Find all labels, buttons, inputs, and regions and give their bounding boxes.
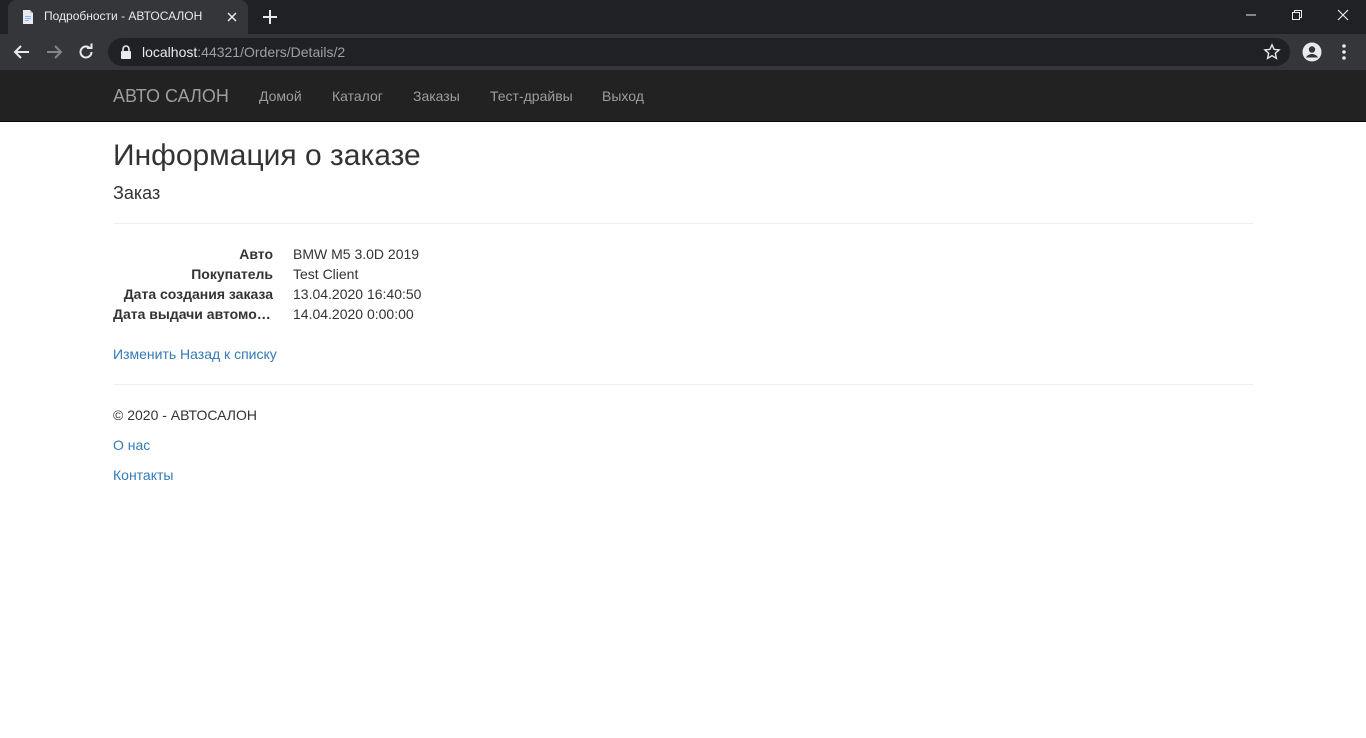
- restore-icon[interactable]: [1274, 0, 1320, 30]
- action-links: Изменить Назад к списку: [113, 346, 277, 362]
- window-close-icon[interactable]: [1320, 0, 1366, 30]
- site-navbar: АВТО САЛОН Домой Каталог Заказы Тест-дра…: [0, 70, 1366, 122]
- browser-tab[interactable]: Подробности - АВТОСАЛОН: [8, 0, 248, 34]
- detail-value: Test Client: [293, 266, 359, 282]
- back-to-list-link[interactable]: Назад к списку: [180, 346, 277, 362]
- detail-value: 13.04.2020 16:40:50: [293, 286, 422, 302]
- nav-item-test-drives[interactable]: Тест-драйвы: [490, 88, 573, 104]
- detail-value: BMW M5 3.0D 2019: [293, 246, 420, 262]
- detail-label: Дата создания заказа: [123, 286, 273, 302]
- back-arrow-icon[interactable]: [12, 42, 32, 62]
- address-bar[interactable]: localhost:44321/Orders/Details/2: [108, 38, 1290, 66]
- detail-row-customer: Покупатель Test Client: [113, 266, 713, 286]
- divider: [113, 223, 1253, 224]
- nav-item-orders[interactable]: Заказы: [413, 88, 460, 104]
- lock-icon[interactable]: [120, 45, 132, 64]
- divider: [113, 384, 1253, 385]
- more-vert-icon[interactable]: [1334, 42, 1354, 67]
- minimize-icon[interactable]: [1228, 0, 1274, 30]
- new-tab-plus-icon[interactable]: [260, 7, 280, 27]
- browser-toolbar: localhost:44321/Orders/Details/2: [0, 34, 1366, 70]
- detail-row-car: Авто BMW M5 3.0D 2019: [113, 246, 713, 266]
- footer-contacts-link[interactable]: Контакты: [113, 467, 173, 483]
- url-path: :44321/Orders/Details/2: [197, 44, 346, 60]
- document-icon: [20, 9, 36, 25]
- detail-label: Покупатель: [191, 266, 273, 282]
- bookmark-star-icon[interactable]: [1263, 43, 1281, 66]
- detail-label: Авто: [239, 246, 273, 262]
- section-subtitle: Заказ: [113, 183, 161, 203]
- detail-label: Дата выдачи автомобиля: [113, 306, 273, 322]
- navbar-brand[interactable]: АВТО САЛОН: [113, 86, 229, 107]
- url-text[interactable]: localhost:44321/Orders/Details/2: [142, 44, 345, 60]
- detail-value: 14.04.2020 0:00:00: [293, 306, 414, 322]
- nav-item-logout[interactable]: Выход: [602, 88, 644, 104]
- browser-tabstrip: Подробности - АВТОСАЛОН: [0, 0, 1366, 34]
- forward-arrow-icon[interactable]: [44, 42, 64, 62]
- nav-item-home[interactable]: Домой: [259, 88, 302, 104]
- edit-link[interactable]: Изменить: [113, 346, 176, 362]
- close-icon[interactable]: [224, 9, 240, 25]
- footer-about-link[interactable]: О нас: [113, 437, 150, 453]
- nav-item-catalog[interactable]: Каталог: [332, 88, 383, 104]
- footer-copyright: © 2020 - АВТОСАЛОН: [113, 407, 257, 423]
- tab-title: Подробности - АВТОСАЛОН: [44, 9, 203, 23]
- detail-row-delivery-date: Дата выдачи автомобиля 14.04.2020 0:00:0…: [113, 306, 713, 326]
- page-title: Информация о заказе: [113, 139, 421, 172]
- url-host: localhost: [142, 44, 198, 60]
- profile-avatar-icon[interactable]: [1302, 42, 1322, 67]
- reload-icon[interactable]: [76, 42, 96, 62]
- detail-row-created-date: Дата создания заказа 13.04.2020 16:40:50: [113, 286, 713, 306]
